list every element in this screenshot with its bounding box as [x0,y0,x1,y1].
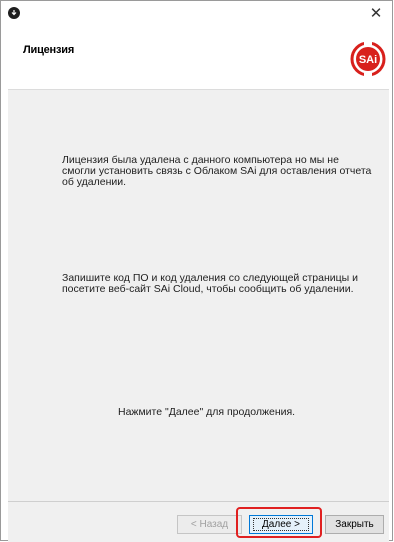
close-button[interactable]: Закрыть [325,515,384,534]
svg-text:SAi: SAi [359,54,377,66]
message-license-removed: Лицензия была удалена с данного компьюте… [62,154,372,188]
page-title: Лицензия [23,44,75,56]
back-button[interactable]: < Назад [177,515,242,534]
content-panel: Лицензия была удалена с данного компьюте… [8,89,389,502]
app-icon [8,7,20,19]
close-window-button[interactable]: ✕ [362,1,390,25]
next-button-highlight [236,507,322,538]
message-press-next: Нажмите "Далее" для продолжения. [118,406,296,418]
wizard-window: ✕ Лицензия SAi Лицензия была удалена с д… [0,0,393,542]
close-icon[interactable]: ✕ [370,4,383,22]
sai-logo: SAi [349,38,387,80]
message-write-down-codes: Запишите код ПО и код удаления со следую… [62,272,358,295]
button-bar: < Назад Далее > Закрыть [8,501,389,542]
title-bar: ✕ [1,1,392,25]
